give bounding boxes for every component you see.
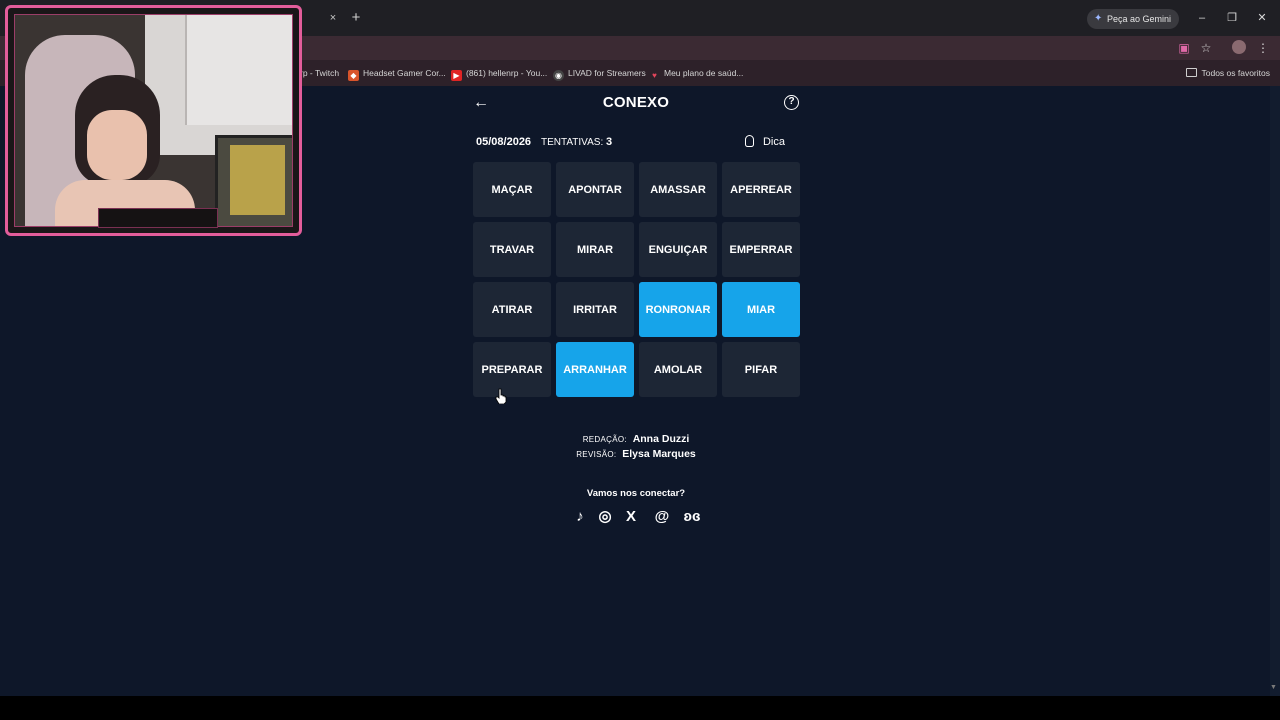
- tries-value: 3: [606, 136, 613, 148]
- credit-name: Anna Duzzi: [632, 433, 690, 445]
- word-tile[interactable]: IRRITAR: [556, 282, 634, 337]
- word-grid: MAÇAR APONTAR AMASSAR APERREAR TRAVAR MIRAR EN…: [473, 162, 800, 397]
- word-tile[interactable]: TRAVAR: [473, 222, 551, 277]
- social-links: ♪ ◎ X @ ʚɞ: [566, 507, 706, 527]
- bookmark-star-icon[interactable]: ☆: [1198, 40, 1214, 56]
- word-tile[interactable]: ENGUIÇAR: [639, 222, 717, 277]
- game-title: CONEXO: [602, 94, 670, 111]
- profile-avatar[interactable]: [1232, 40, 1246, 54]
- bookmark-item[interactable]: rp - Twitch: [300, 66, 339, 80]
- word-tile[interactable]: PIFAR: [722, 342, 800, 397]
- youtube-icon: ▶: [451, 70, 462, 81]
- x-icon[interactable]: X: [622, 507, 640, 527]
- game-header: CONEXO ← ?: [472, 92, 800, 116]
- word-tile[interactable]: PREPARAR: [473, 342, 551, 397]
- credit-revisao: REVISÃO: Elysa Marques: [540, 447, 732, 462]
- webcam-overlay: [5, 5, 302, 236]
- all-favorites-label: Todos os favoritos: [1201, 68, 1270, 78]
- livad-icon: ◉: [553, 70, 564, 81]
- word-tile[interactable]: MAÇAR: [473, 162, 551, 217]
- hint-label: Dica: [762, 136, 785, 148]
- bottom-bar: [0, 696, 1280, 720]
- bookmark-label: LIVAD for Streamers: [568, 68, 646, 78]
- bookmark-label: (861) hellenrp - You...: [466, 68, 548, 78]
- menu-dots-icon[interactable]: ⋮: [1255, 40, 1271, 56]
- credit-role: REVISÃO:: [576, 450, 617, 459]
- heart-icon: ♥: [652, 71, 657, 80]
- word-tile[interactable]: APONTAR: [556, 162, 634, 217]
- word-tile[interactable]: APERREAR: [722, 162, 800, 217]
- credit-name: Elysa Marques: [622, 448, 696, 460]
- word-tile[interactable]: ATIRAR: [473, 282, 551, 337]
- bookmark-label: Headset Gamer Cor...: [363, 68, 446, 78]
- puzzle-date: 05/08/2026: [476, 136, 532, 148]
- instagram-icon[interactable]: ◎: [596, 507, 614, 527]
- bookmark-item[interactable]: ◉ LIVAD for Streamers: [553, 66, 646, 81]
- scroll-down-arrow[interactable]: ▼: [1270, 684, 1278, 692]
- gemini-button[interactable]: ✦ Peça ao Gemini: [1087, 9, 1180, 29]
- cast-icon[interactable]: ▣: [1176, 40, 1192, 56]
- bookmark-item[interactable]: ◆ Headset Gamer Cor...: [348, 66, 446, 81]
- tab-close-button[interactable]: ×: [326, 11, 340, 25]
- connect-label: Vamos nos conectar?: [586, 488, 686, 499]
- word-tile[interactable]: AMOLAR: [639, 342, 717, 397]
- lightbulb-icon: [744, 135, 754, 147]
- help-icon[interactable]: ?: [784, 95, 799, 110]
- all-favorites-button[interactable]: Todos os favoritos: [1186, 66, 1270, 80]
- credits: REDAÇÃO: Anna Duzzi REVISÃO: Elysa Marqu…: [540, 432, 732, 462]
- hint-button[interactable]: Dica: [744, 135, 785, 148]
- webcam-feed: [14, 14, 293, 227]
- minimize-button[interactable]: –: [1194, 10, 1210, 26]
- threads-icon[interactable]: @: [653, 507, 671, 527]
- tries-counter: TENTATIVAS: 3: [541, 136, 612, 148]
- maximize-button[interactable]: ❐: [1224, 10, 1240, 26]
- bookmark-item[interactable]: ♥ Meu plano de saúd...: [649, 66, 743, 80]
- hand-cursor-icon: [495, 388, 507, 404]
- bookmark-label: Meu plano de saúd...: [664, 68, 744, 78]
- page-scrollbar[interactable]: [1270, 86, 1280, 696]
- webcam-frame-decoration: [98, 208, 218, 228]
- word-tile[interactable]: ARRANHAR: [556, 342, 634, 397]
- bookmark-item[interactable]: ▶ (861) hellenrp - You...: [451, 66, 548, 81]
- bookmark-label: rp - Twitch: [300, 68, 340, 78]
- word-tile[interactable]: AMASSAR: [639, 162, 717, 217]
- word-tile[interactable]: RONRONAR: [639, 282, 717, 337]
- game-info-row: 05/08/2026 TENTATIVAS: 3 Dica: [476, 134, 796, 150]
- new-tab-button[interactable]: +: [348, 10, 364, 26]
- back-arrow-icon[interactable]: ←: [472, 94, 490, 112]
- credit-redacao: REDAÇÃO: Anna Duzzi: [540, 432, 732, 447]
- tiktok-icon[interactable]: ♪: [571, 507, 589, 527]
- gemini-spark-icon: ✦: [1094, 13, 1103, 24]
- shop-icon: ◆: [348, 70, 359, 81]
- word-tile[interactable]: MIRAR: [556, 222, 634, 277]
- credit-role: REDAÇÃO:: [582, 435, 627, 444]
- bluesky-icon[interactable]: ʚɞ: [683, 507, 701, 527]
- word-tile[interactable]: MIAR: [722, 282, 800, 337]
- folder-icon: [1186, 68, 1198, 77]
- word-tile[interactable]: EMPERRAR: [722, 222, 800, 277]
- close-window-button[interactable]: ✕: [1254, 10, 1270, 26]
- gemini-label: Peça ao Gemini: [1107, 14, 1172, 24]
- tries-label: TENTATIVAS:: [541, 137, 604, 148]
